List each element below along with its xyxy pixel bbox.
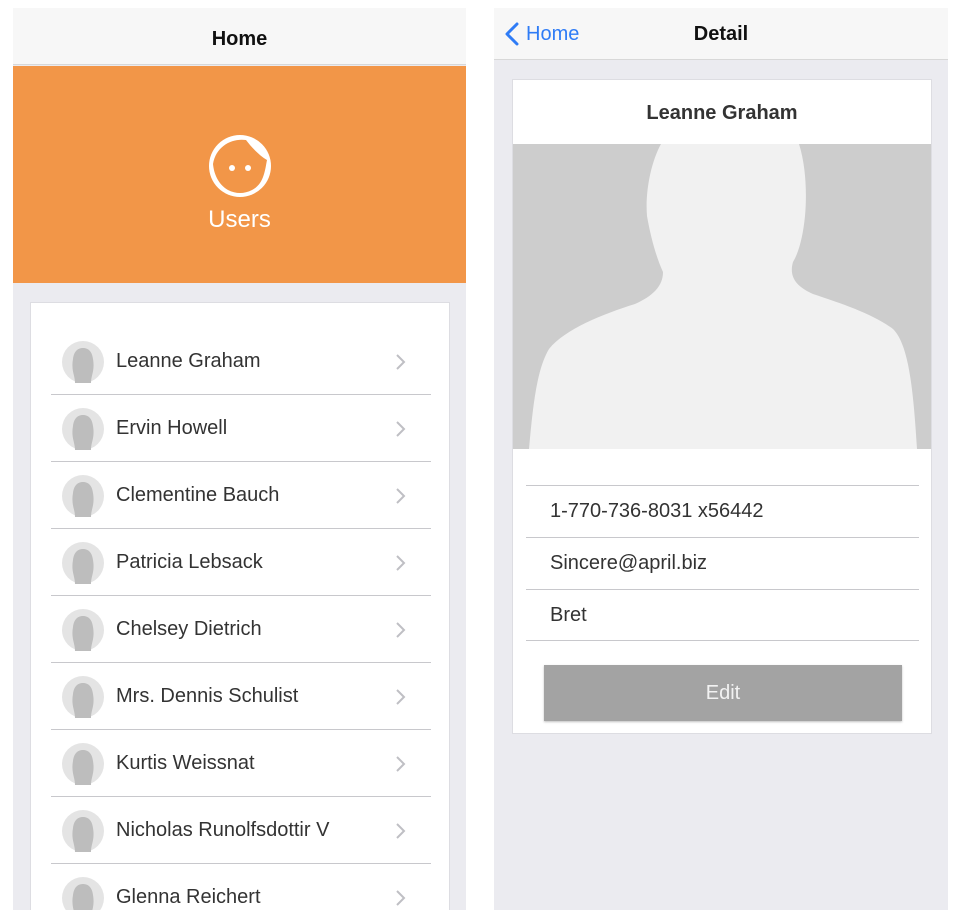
user-name-heading: Leanne Graham [646, 102, 798, 124]
chevron-right-icon [396, 890, 406, 906]
avatar-icon [62, 877, 104, 910]
face-icon [209, 135, 271, 197]
user-row[interactable]: Patricia Lebsack [51, 529, 431, 596]
email-value: Sincere@april.biz [526, 537, 919, 589]
user-detail-card: Leanne Graham 1-770-736-8031 x56442 Sinc… [512, 79, 932, 734]
user-detail-screen: Detail Home Leanne Graham 1-770-736-8031… [494, 8, 948, 910]
chevron-right-icon [396, 555, 406, 571]
user-name: Leanne Graham [116, 350, 261, 372]
user-row[interactable]: Glenna Reichert [51, 864, 431, 910]
user-row[interactable]: Clementine Bauch [51, 462, 431, 529]
users-list: Leanne Graham Ervin Howell Clementine Ba… [30, 302, 450, 910]
user-row[interactable]: Chelsey Dietrich [51, 596, 431, 663]
user-row[interactable]: Kurtis Weissnat [51, 730, 431, 797]
person-silhouette-icon [513, 144, 931, 449]
user-photo [513, 144, 931, 449]
avatar-icon [62, 743, 104, 785]
user-name: Nicholas Runolfsdottir V [116, 819, 330, 841]
avatar-icon [62, 341, 104, 383]
chevron-right-icon [396, 488, 406, 504]
chevron-right-icon [396, 622, 406, 638]
user-row[interactable]: Leanne Graham [51, 328, 431, 395]
user-name: Kurtis Weissnat [116, 752, 255, 774]
phone-value: 1-770-736-8031 x56442 [526, 485, 919, 537]
chevron-left-icon [505, 22, 519, 46]
user-info-list: 1-770-736-8031 x56442 Sincere@april.biz … [526, 485, 919, 641]
avatar-icon [62, 810, 104, 852]
nav-bar: Detail Home [494, 8, 948, 60]
avatar-icon [62, 408, 104, 450]
chevron-right-icon [396, 689, 406, 705]
chevron-right-icon [396, 823, 406, 839]
user-row[interactable]: Mrs. Dennis Schulist [51, 663, 431, 730]
avatar-icon [62, 609, 104, 651]
user-name: Mrs. Dennis Schulist [116, 685, 299, 707]
username-value: Bret [526, 589, 919, 641]
back-button[interactable]: Home [504, 20, 579, 48]
chevron-right-icon [396, 421, 406, 437]
avatar-icon [62, 676, 104, 718]
user-name: Ervin Howell [116, 417, 228, 439]
chevron-right-icon [396, 756, 406, 772]
chevron-right-icon [396, 354, 406, 370]
avatar-icon [62, 475, 104, 517]
edit-button[interactable]: Edit [544, 665, 902, 721]
user-name: Chelsey Dietrich [116, 618, 262, 640]
hero-title: Users [208, 206, 271, 233]
user-name: Patricia Lebsack [116, 551, 263, 573]
user-name: Glenna Reichert [116, 886, 261, 908]
users-hero-banner: Users [13, 66, 466, 283]
nav-bar: Home [13, 8, 466, 65]
nav-title: Home [211, 28, 268, 50]
user-row[interactable]: Ervin Howell [51, 395, 431, 462]
user-row[interactable]: Nicholas Runolfsdottir V [51, 797, 431, 864]
back-label: Home [526, 22, 580, 45]
avatar-icon [62, 542, 104, 584]
users-list-screen: Home Users Leanne Graham Ervin Howell Cl… [13, 8, 466, 910]
user-name: Clementine Bauch [116, 484, 280, 506]
